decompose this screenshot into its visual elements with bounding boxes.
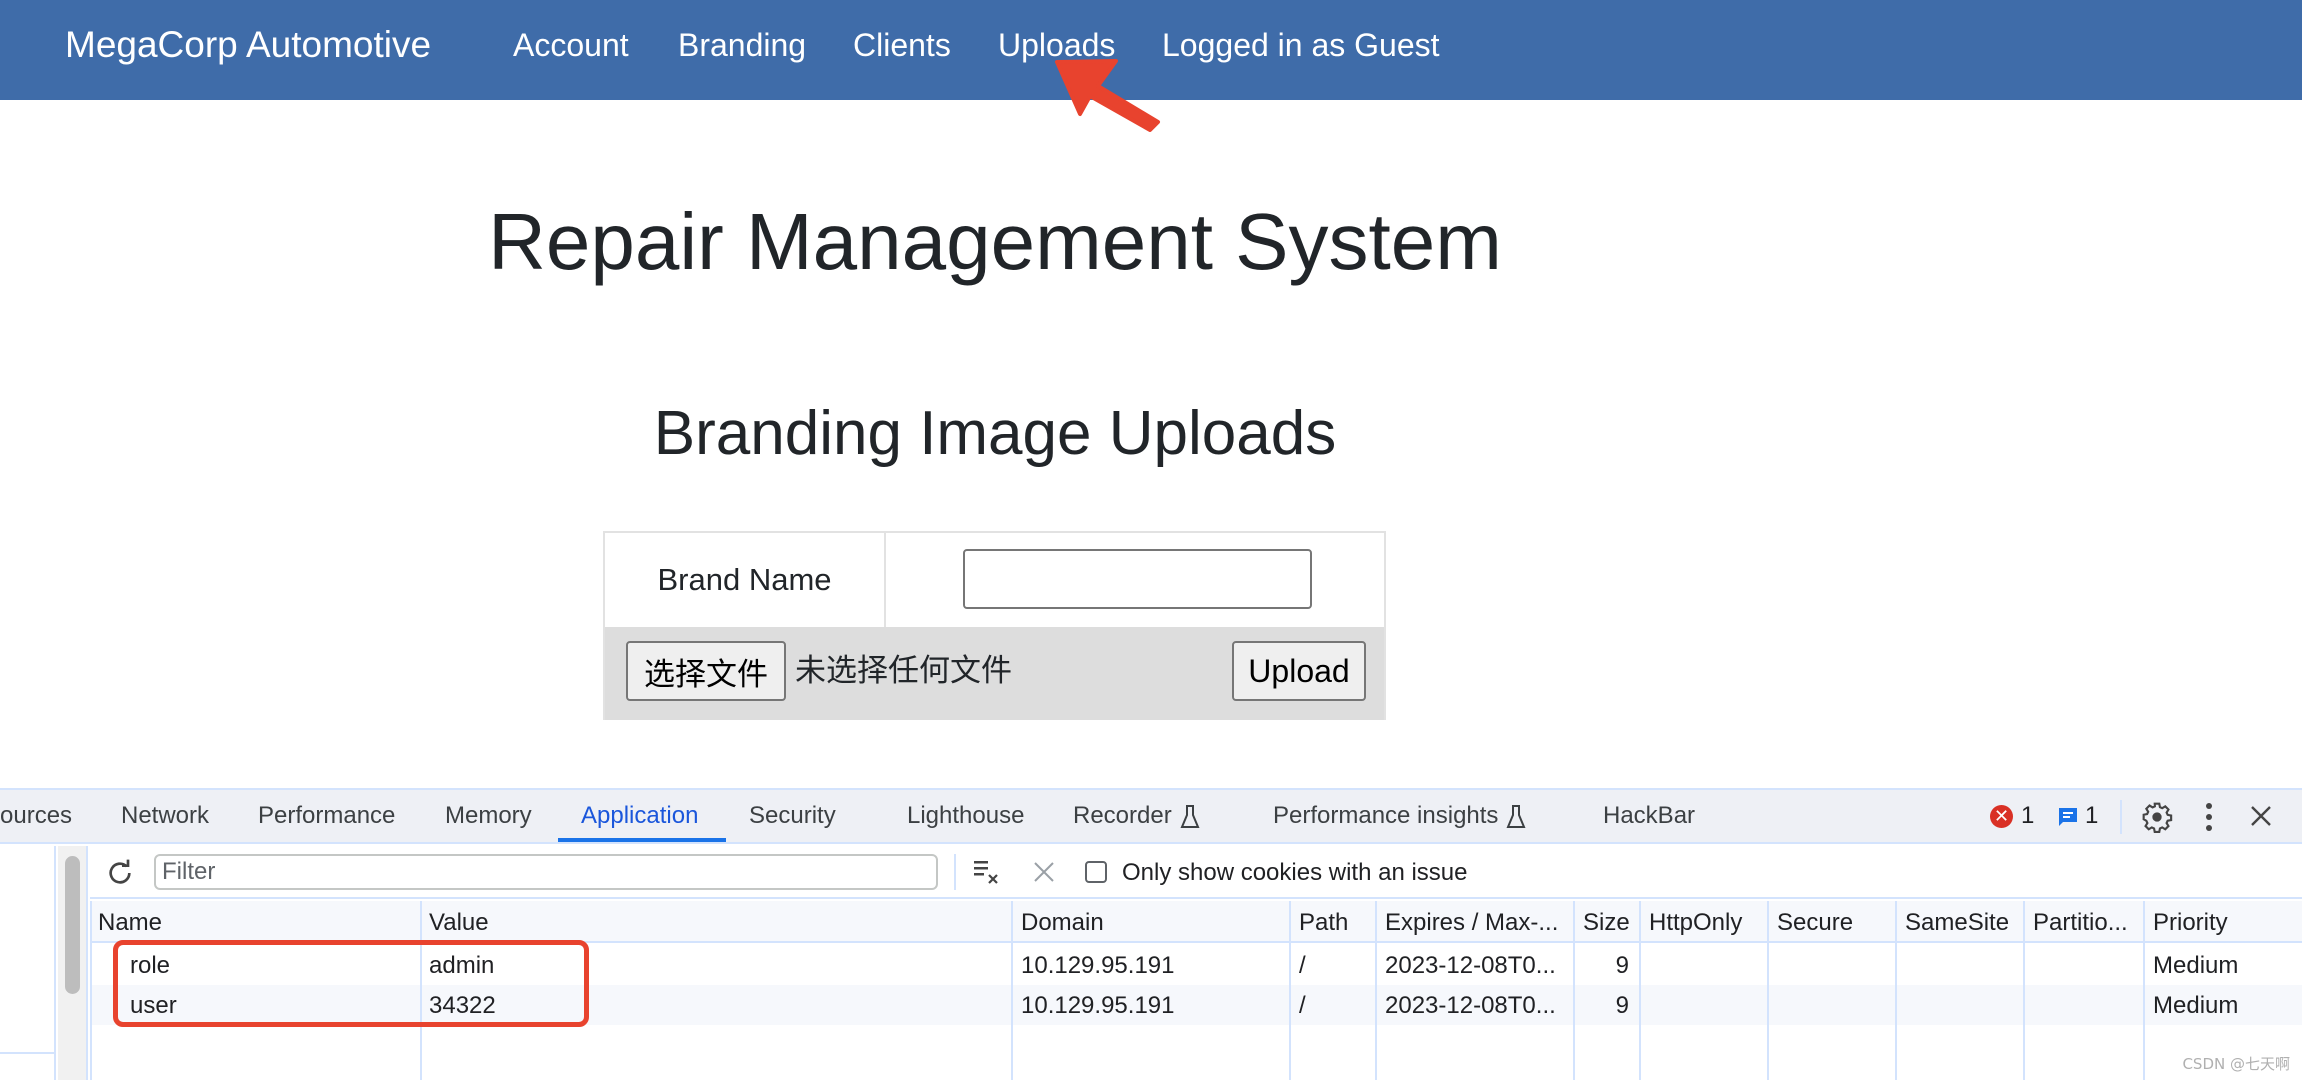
column-header-name[interactable]: Name	[90, 901, 420, 943]
nav-link-uploads[interactable]: Uploads	[998, 24, 1115, 66]
cookie-priority: Medium	[2153, 952, 2239, 979]
column-header-partition-key[interactable]: Partitio...	[2025, 901, 2143, 943]
choose-file-button[interactable]: 选择文件	[626, 641, 786, 701]
nav-link-branding[interactable]: Branding	[678, 24, 806, 66]
column-header-domain[interactable]: Domain	[1013, 901, 1289, 943]
sidebar-divider	[0, 1052, 56, 1054]
nav-link-logged-in-user[interactable]: Logged in as Guest	[1162, 24, 1440, 66]
site-navbar: MegaCorp Automotive Account Branding Cli…	[0, 0, 2302, 100]
cookies-toolbar: Only show cookies with an issue	[90, 846, 2302, 899]
cookie-value: 34322	[429, 992, 496, 1019]
column-header-size[interactable]: Size	[1575, 901, 1639, 943]
brand-name-label: Brand Name	[605, 533, 886, 627]
cookie-expires: 2023-12-08T0...	[1385, 952, 1556, 979]
column-header-priority[interactable]: Priority	[2145, 901, 2295, 943]
column-divider[interactable]	[1895, 901, 1897, 1080]
column-header-secure[interactable]: Secure	[1769, 901, 1895, 943]
tab-hackbar[interactable]: HackBar	[1603, 790, 1695, 842]
column-header-samesite[interactable]: SameSite	[1897, 901, 2023, 943]
column-divider[interactable]	[1639, 901, 1641, 1080]
error-count[interactable]: 1	[2021, 790, 2034, 842]
flask-icon	[1506, 804, 1526, 828]
tab-performance-insights[interactable]: Performance insights	[1273, 790, 1526, 842]
toolbar-separator	[954, 854, 956, 890]
column-divider[interactable]	[1767, 901, 1769, 1080]
cookie-domain: 10.129.95.191	[1021, 952, 1175, 979]
sidebar-scrollbar-thumb[interactable]	[65, 856, 80, 994]
cookie-domain: 10.129.95.191	[1021, 992, 1175, 1019]
cookie-name: role	[130, 952, 171, 979]
nav-link-clients[interactable]: Clients	[853, 24, 951, 66]
section-title: Branding Image Uploads	[653, 399, 1337, 468]
cookie-size: 9	[1615, 952, 1629, 979]
error-icon[interactable]: ✕	[1990, 805, 2013, 828]
filter-input[interactable]	[154, 854, 938, 890]
devtools-tab-bar: ources Network Performance Memory Applic…	[0, 790, 2302, 844]
more-options-icon[interactable]	[2204, 802, 2214, 832]
column-divider[interactable]	[2143, 901, 2145, 1080]
cookie-value: admin	[429, 952, 495, 979]
message-count[interactable]: 1	[2085, 790, 2098, 842]
tab-recorder[interactable]: Recorder	[1073, 790, 1200, 842]
column-divider[interactable]	[420, 901, 422, 1080]
file-row: 选择文件 未选择任何文件 Upload	[605, 627, 1384, 720]
tab-bar-separator	[2120, 800, 2122, 834]
flask-icon	[1180, 804, 1200, 828]
application-sidebar	[0, 846, 56, 1080]
tab-memory[interactable]: Memory	[445, 790, 532, 842]
brand-link[interactable]: MegaCorp Automotive	[65, 22, 431, 68]
cookie-size: 9	[1615, 992, 1629, 1019]
cookie-expires: 2023-12-08T0...	[1385, 992, 1556, 1019]
no-file-chosen-text: 未选择任何文件	[795, 653, 1012, 689]
column-divider[interactable]	[1011, 901, 1013, 1080]
tab-network[interactable]: Network	[121, 790, 209, 842]
column-divider[interactable]	[1573, 901, 1575, 1080]
tab-sources[interactable]: ources	[0, 790, 72, 842]
tab-performance-insights-label: Performance insights	[1273, 802, 1499, 829]
close-devtools-icon[interactable]	[2250, 805, 2272, 827]
upload-form: Brand Name 选择文件 未选择任何文件 Upload	[603, 531, 1386, 720]
column-divider[interactable]	[1375, 901, 1377, 1080]
tab-performance[interactable]: Performance	[258, 790, 395, 842]
only-issue-checkbox[interactable]	[1085, 861, 1107, 883]
column-header-path[interactable]: Path	[1291, 901, 1375, 943]
cookie-priority: Medium	[2153, 992, 2239, 1019]
only-issue-label[interactable]: Only show cookies with an issue	[1122, 846, 1468, 899]
refresh-icon[interactable]	[104, 857, 136, 889]
column-divider[interactable]	[1289, 901, 1291, 1080]
nav-link-account[interactable]: Account	[513, 24, 629, 66]
column-header-httponly[interactable]: HttpOnly	[1641, 901, 1767, 943]
cookie-path: /	[1299, 952, 1306, 979]
tab-security[interactable]: Security	[749, 790, 836, 842]
cookie-name: user	[130, 992, 177, 1019]
active-tab-indicator	[558, 838, 726, 842]
watermark: CSDN @七天啊	[2182, 1055, 2290, 1073]
column-header-expires[interactable]: Expires / Max-...	[1377, 901, 1573, 943]
upload-button[interactable]: Upload	[1232, 641, 1366, 701]
brand-name-row: Brand Name	[605, 533, 1384, 627]
page-title: Repair Management System	[488, 197, 1502, 286]
delete-selected-icon[interactable]	[1032, 860, 1056, 884]
devtools-panel: ources Network Performance Memory Applic…	[0, 788, 2302, 1080]
settings-gear-icon[interactable]	[2141, 801, 2173, 833]
tab-lighthouse[interactable]: Lighthouse	[907, 790, 1024, 842]
clear-all-cookies-icon[interactable]	[972, 858, 1002, 886]
cookies-table: Name Value Domain Path Expires / Max-...…	[90, 901, 2302, 1080]
table-left-border	[90, 901, 92, 1080]
message-icon[interactable]	[2057, 806, 2079, 828]
tab-recorder-label: Recorder	[1073, 802, 1172, 829]
brand-name-input[interactable]	[963, 549, 1312, 609]
tab-application[interactable]: Application	[581, 790, 698, 842]
column-header-value[interactable]: Value	[421, 901, 1011, 943]
cookie-path: /	[1299, 992, 1306, 1019]
column-divider[interactable]	[2023, 901, 2025, 1080]
